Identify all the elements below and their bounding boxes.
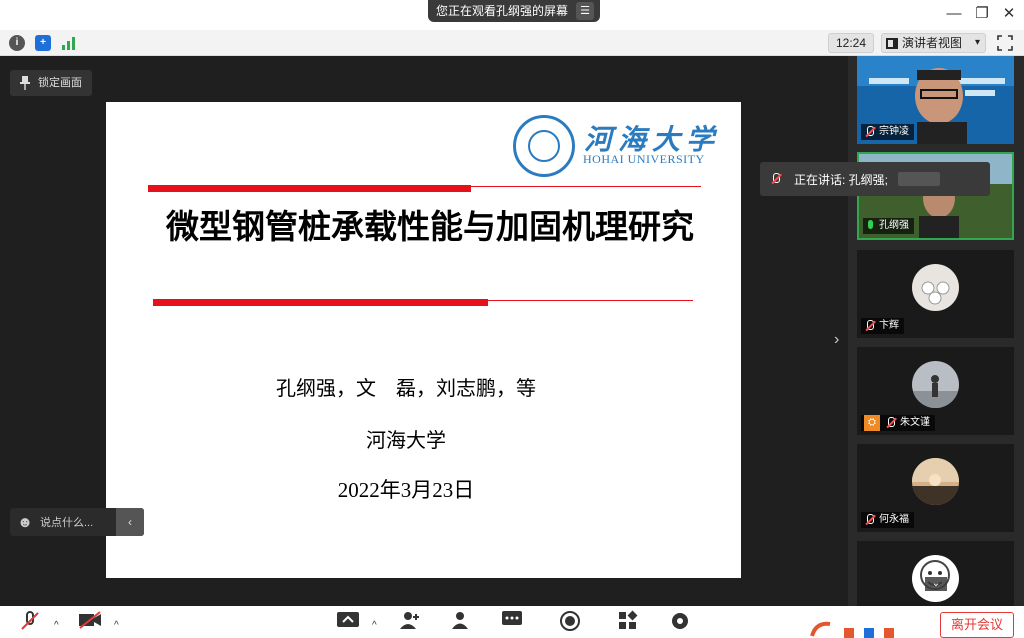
participant-tile[interactable]: 何永福 [857, 444, 1014, 532]
lock-view-label: 锁定画面 [38, 77, 82, 89]
speaker-name-blur [898, 172, 941, 186]
list-icon[interactable]: ☰ [576, 2, 595, 20]
participant-name-tag: ⛭ 朱文谨 [861, 415, 935, 431]
info-icon[interactable]: i [9, 35, 25, 51]
chevron-down-icon[interactable]: ⌄ [925, 577, 947, 591]
minimize-icon[interactable]: — [942, 4, 966, 24]
leave-meeting-button[interactable]: 离开会议 [940, 612, 1014, 638]
speaker-view-icon [886, 37, 898, 49]
title-rule-top [148, 185, 471, 192]
avatar [912, 458, 959, 505]
restore-icon[interactable]: ❐ [970, 4, 994, 24]
participant-name: 卞辉 [879, 320, 899, 331]
title-rule-top-thin [471, 186, 701, 187]
participant-name-tag: 孔纲强 [863, 218, 914, 234]
chat-placeholder: 说点什么... [40, 517, 94, 529]
meeting-controls-bar: ^ ^ ^ 离开会议 [0, 606, 1024, 638]
invite-icon[interactable] [396, 610, 424, 634]
university-logo-en: HOHAI UNIVERSITY [583, 152, 705, 166]
meeting-clock: 12:24 [828, 33, 874, 53]
mic-muted-icon [885, 417, 897, 429]
record-icon[interactable] [556, 610, 584, 634]
share-screen-icon[interactable] [334, 610, 362, 634]
settings-icon[interactable] [666, 610, 694, 634]
apps-icon[interactable] [614, 610, 642, 634]
participant-name: 孔纲强 [879, 220, 909, 231]
chevron-down-icon: ▾ [974, 37, 980, 48]
participant-tile[interactable]: 卞辉 [857, 250, 1014, 338]
close-icon[interactable]: ✕ [997, 4, 1021, 24]
participant-tile[interactable]: 宗钟凌 [857, 56, 1014, 144]
mic-muted-icon[interactable] [16, 610, 44, 634]
mic-muted-icon [864, 320, 876, 332]
fullscreen-icon[interactable] [997, 35, 1013, 51]
slide-title: 微型钢管桩承载性能与加固机理研究 [166, 207, 694, 246]
view-mode-label: 演讲者视图 [902, 36, 963, 50]
participant-panel: 宗钟凌 孔纲强 卞辉 ⛭ 朱文谨 何永福 ⌄ [848, 56, 1024, 606]
participant-name: 朱文谨 [900, 417, 930, 428]
shared-screen-area: 锁定画面 河海大学 HOHAI UNIVERSITY 微型钢管桩承载性能与加固机… [0, 56, 848, 606]
video-options-caret[interactable]: ^ [114, 620, 119, 631]
speaking-indicator: 正在讲话: 孔纲强; [760, 162, 990, 196]
title-rule-bottom-thin [488, 300, 693, 301]
participant-name-tag: 卞辉 [861, 318, 904, 334]
slide-authors: 孔纲强，文 磊，刘志鹏，等 [276, 376, 536, 400]
hohai-seal-logo [513, 115, 575, 177]
participant-name-tag: 何永福 [861, 512, 914, 528]
title-rule-bottom [153, 299, 488, 306]
chevron-right-icon[interactable]: › [834, 331, 839, 349]
meeting-toolbar: i + 12:24 演讲者视图 ▾ [0, 30, 1024, 56]
shield-icon[interactable]: + [35, 35, 51, 51]
video-off-icon[interactable] [76, 610, 104, 634]
screen-share-notice[interactable]: 您正在观看孔纲强的屏幕 ☰ [428, 0, 601, 22]
avatar [912, 264, 959, 311]
slide-institution: 河海大学 [366, 428, 446, 452]
app-brand-logo [810, 620, 920, 638]
avatar [912, 361, 959, 408]
pin-icon [20, 76, 30, 90]
participants-icon[interactable] [446, 610, 474, 634]
participant-tile[interactable]: ⌄ [857, 541, 1014, 606]
mic-muted-icon [864, 514, 876, 526]
chat-input[interactable]: ☻ 说点什么... ‹ [10, 508, 144, 536]
slide-date: 2022年3月23日 [337, 478, 475, 502]
meeting-window: 您正在观看孔纲强的屏幕 ☰ — ❐ ✕ i + 12:24 演讲者视图 ▾ 锁定… [0, 0, 1024, 638]
mic-options-caret[interactable]: ^ [54, 620, 59, 631]
host-icon: ⛭ [864, 415, 880, 431]
chat-icon[interactable] [498, 610, 526, 634]
participant-name: 何永福 [879, 514, 909, 525]
title-bar: 您正在观看孔纲强的屏幕 ☰ — ❐ ✕ [0, 0, 1024, 30]
collapse-chat-icon[interactable]: ‹ [116, 508, 144, 536]
share-options-caret[interactable]: ^ [372, 620, 377, 631]
signal-icon[interactable] [61, 36, 77, 50]
lock-view-button[interactable]: 锁定画面 [10, 70, 92, 96]
view-mode-dropdown[interactable]: 演讲者视图 ▾ [881, 33, 986, 53]
mic-muted-icon [864, 126, 876, 138]
participant-name: 宗钟凌 [879, 126, 909, 137]
presentation-slide: 河海大学 HOHAI UNIVERSITY 微型钢管桩承载性能与加固机理研究 孔… [106, 102, 741, 578]
emoji-icon[interactable]: ☻ [10, 514, 40, 531]
speaking-label: 正在讲话: 孔纲强; [794, 172, 889, 187]
participant-name-tag: 宗钟凌 [861, 124, 914, 140]
share-notice-text: 您正在观看孔纲强的屏幕 [436, 4, 569, 18]
participant-tile[interactable]: ⛭ 朱文谨 [857, 347, 1014, 435]
mic-active-icon [866, 220, 876, 232]
mic-muted-icon [770, 173, 782, 185]
